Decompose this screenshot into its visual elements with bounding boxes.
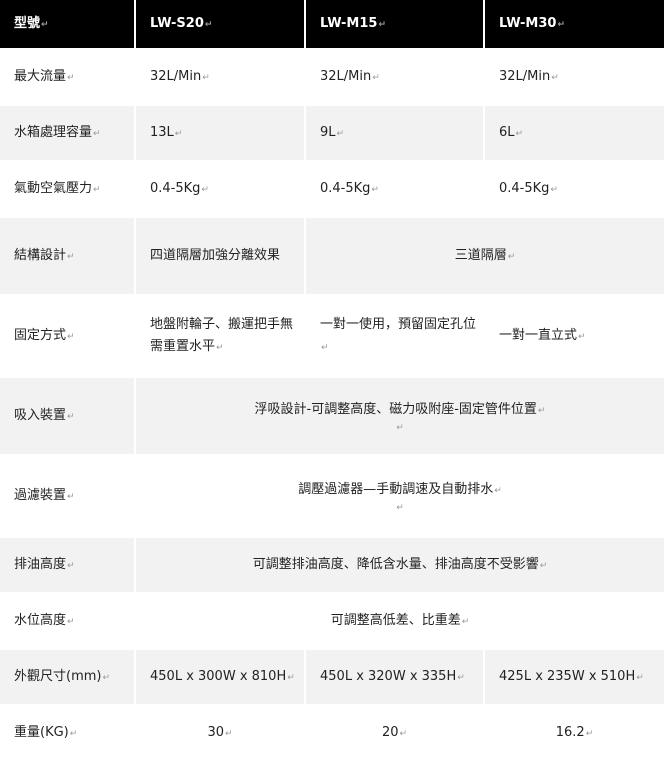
cell-value-merged: 可調整高低差、比重差↵ xyxy=(136,594,664,650)
cell-value-merged: 可調整排油高度、降低含水量、排油高度不受影響↵ xyxy=(136,538,664,594)
row-structure: 結構設計↵ 四道隔層加強分離效果 三道隔層↵ xyxy=(0,218,664,296)
cell-value: 425L x 235W x 510H↵ xyxy=(485,650,664,706)
row-weight: 重量(KG)↵ 30↵ 20↵ 16.2↵ xyxy=(0,706,664,762)
row-label: 過濾裝置↵ xyxy=(0,456,136,538)
model-header-m15: LW-M15↵ xyxy=(306,0,485,50)
row-max-flow: 最大流量↵ 32L/Min↵ 32L/Min↵ 32L/Min↵ xyxy=(0,50,664,106)
row-label: 吸入裝置↵ xyxy=(0,378,136,456)
cell-value: 20↵ xyxy=(306,706,485,762)
spec-table: 型號↵ LW-S20↵ LW-M15↵ LW-M30↵ 最大流量↵ 32L/Mi… xyxy=(0,0,664,762)
row-fixing: 固定方式↵ 地盤附輪子、搬運把手無需重置水平↵ 一對一使用，預留固定孔位↵ 一對… xyxy=(0,296,664,378)
row-suction: 吸入裝置↵ 浮吸設計-可調整高度、磁力吸附座-固定管件位置↵ ↵ xyxy=(0,378,664,456)
model-header-s20: LW-S20↵ xyxy=(136,0,306,50)
row-label: 排油高度↵ xyxy=(0,538,136,594)
cell-value: 6L↵ xyxy=(485,106,664,162)
cell-value: 13L↵ xyxy=(136,106,306,162)
row-air-pressure: 氣動空氣壓力↵ 0.4-5Kg↵ 0.4-5Kg↵ 0.4-5Kg↵ xyxy=(0,162,664,218)
row-label: 外觀尺寸(mm)↵ xyxy=(0,650,136,706)
row-label: 固定方式↵ xyxy=(0,296,136,378)
row-drain-height: 排油高度↵ 可調整排油高度、降低含水量、排油高度不受影響↵ xyxy=(0,538,664,594)
header-row: 型號↵ LW-S20↵ LW-M15↵ LW-M30↵ xyxy=(0,0,664,50)
cell-value: 450L x 300W x 810H↵ xyxy=(136,650,306,706)
cell-value: 一對一使用，預留固定孔位↵ xyxy=(306,296,485,378)
row-label: 重量(KG)↵ xyxy=(0,706,136,762)
cell-value: 32L/Min↵ xyxy=(306,50,485,106)
row-tank-capacity: 水箱處理容量↵ 13L↵ 9L↵ 6L↵ xyxy=(0,106,664,162)
cell-value-merged: 浮吸設計-可調整高度、磁力吸附座-固定管件位置↵ ↵ xyxy=(136,378,664,456)
cell-value: 16.2↵ xyxy=(485,706,664,762)
cell-value-merged: 調壓過濾器—手動調速及自動排水↵ ↵ xyxy=(136,456,664,538)
cell-value: 32L/Min↵ xyxy=(485,50,664,106)
row-label: 結構設計↵ xyxy=(0,218,136,296)
cell-value: 一對一直立式↵ xyxy=(485,296,664,378)
cell-value-merged: 三道隔層↵ xyxy=(306,218,664,296)
row-label: 水箱處理容量↵ xyxy=(0,106,136,162)
cell-value: 0.4-5Kg↵ xyxy=(306,162,485,218)
model-header-label: 型號↵ xyxy=(0,0,136,50)
cell-value: 0.4-5Kg↵ xyxy=(136,162,306,218)
cell-value: 9L↵ xyxy=(306,106,485,162)
row-water-level: 水位高度↵ 可調整高低差、比重差↵ xyxy=(0,594,664,650)
row-label: 最大流量↵ xyxy=(0,50,136,106)
row-label: 水位高度↵ xyxy=(0,594,136,650)
cell-value: 0.4-5Kg↵ xyxy=(485,162,664,218)
row-filter: 過濾裝置↵ 調壓過濾器—手動調速及自動排水↵ ↵ xyxy=(0,456,664,538)
cell-value: 32L/Min↵ xyxy=(136,50,306,106)
model-header-m30: LW-M30↵ xyxy=(485,0,664,50)
cell-value: 四道隔層加強分離效果 xyxy=(136,218,306,296)
row-label: 氣動空氣壓力↵ xyxy=(0,162,136,218)
row-dimensions: 外觀尺寸(mm)↵ 450L x 300W x 810H↵ 450L x 320… xyxy=(0,650,664,706)
cell-value: 450L x 320W x 335H↵ xyxy=(306,650,485,706)
cell-value: 30↵ xyxy=(136,706,306,762)
cell-value: 地盤附輪子、搬運把手無需重置水平↵ xyxy=(136,296,306,378)
